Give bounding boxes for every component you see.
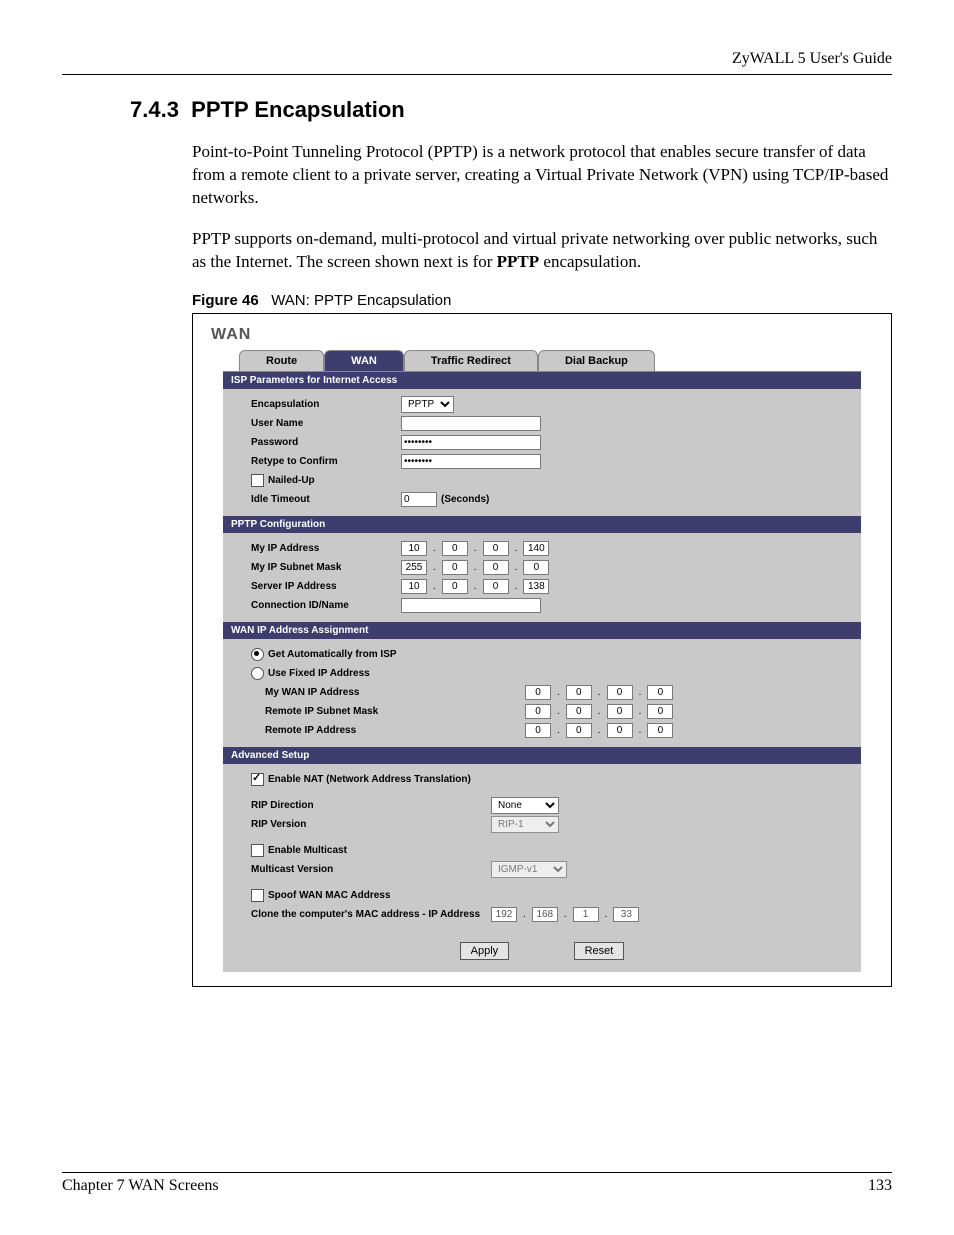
footer-chapter: Chapter 7 WAN Screens [62,1177,219,1195]
remip-2[interactable] [566,723,592,738]
myip-1[interactable] [401,541,427,556]
idle-input[interactable] [401,492,437,507]
username-input[interactable] [401,416,541,431]
mymask-1[interactable] [401,560,427,575]
clone-4 [613,907,639,922]
auto-ip-radio[interactable] [251,648,264,661]
myip-2[interactable] [442,541,468,556]
mymask-4[interactable] [523,560,549,575]
mymask-label: My IP Subnet Mask [251,562,401,573]
nat-label: Enable NAT (Network Address Translation) [268,774,471,785]
remip-1[interactable] [525,723,551,738]
password-label: Password [251,437,401,448]
idle-unit: (Seconds) [441,494,489,505]
form-panel: ISP Parameters for Internet Access Encap… [223,371,861,972]
footer-rule [62,1172,892,1173]
section-isp: ISP Parameters for Internet Access [223,372,861,389]
multiver-label: Multicast Version [251,864,491,875]
page-footer: Chapter 7 WAN Screens 133 [62,1172,892,1195]
section-heading: 7.4.3 PPTP Encapsulation [130,97,892,123]
section-title-text: PPTP Encapsulation [191,97,405,122]
server-2[interactable] [442,579,468,594]
mywan-1[interactable] [525,685,551,700]
tab-wan[interactable]: WAN [324,350,404,371]
conn-input[interactable] [401,598,541,613]
ripver-select: RIP-1 [491,816,559,833]
footer-page-number: 133 [868,1177,892,1195]
multiver-select: IGMP-v1 [491,861,567,878]
spoof-checkbox[interactable] [251,889,264,902]
ripdir-label: RIP Direction [251,800,491,811]
clone-label: Clone the computer's MAC address - IP Ad… [251,909,491,920]
nailed-up-checkbox[interactable] [251,474,264,487]
paragraph-2: PPTP supports on-demand, multi-protocol … [192,228,892,274]
myip-3[interactable] [483,541,509,556]
conn-label: Connection ID/Name [251,600,401,611]
nat-checkbox[interactable] [251,773,264,786]
remip-label: Remote IP Address [265,725,435,736]
paragraph-2-bold: PPTP [497,252,540,271]
mywan-3[interactable] [607,685,633,700]
section-advanced: Advanced Setup [223,747,861,764]
myip-label: My IP Address [251,543,401,554]
figure-caption: Figure 46 WAN: PPTP Encapsulation [192,292,892,309]
wan-screenshot: WAN Route WAN Traffic Redirect Dial Back… [192,313,892,987]
ripver-label: RIP Version [251,819,491,830]
remmask-1[interactable] [525,704,551,719]
server-3[interactable] [483,579,509,594]
retype-label: Retype to Confirm [251,456,401,467]
tab-route[interactable]: Route [239,350,324,371]
myip-4[interactable] [523,541,549,556]
tab-bar: Route WAN Traffic Redirect Dial Backup [239,350,877,371]
fixed-ip-radio[interactable] [251,667,264,680]
multicast-label: Enable Multicast [268,845,347,856]
header-rule [62,74,892,75]
mymask-2[interactable] [442,560,468,575]
clone-2 [532,907,558,922]
retype-input[interactable] [401,454,541,469]
spoof-label: Spoof WAN MAC Address [268,890,390,901]
username-label: User Name [251,418,401,429]
paragraph-2b: encapsulation. [539,252,641,271]
server-label: Server IP Address [251,581,401,592]
figure-caption-text: WAN: PPTP Encapsulation [271,292,451,309]
section-wanip: WAN IP Address Assignment [223,622,861,639]
remmask-2[interactable] [566,704,592,719]
mywan-4[interactable] [647,685,673,700]
clone-1 [491,907,517,922]
idle-label: Idle Timeout [251,494,401,505]
tab-traffic-redirect[interactable]: Traffic Redirect [404,350,538,371]
auto-ip-label: Get Automatically from ISP [268,649,397,660]
fixed-ip-label: Use Fixed IP Address [268,668,370,679]
nailed-up-label: Nailed-Up [268,475,315,486]
server-1[interactable] [401,579,427,594]
running-header: ZyWALL 5 User's Guide [62,50,892,68]
remip-3[interactable] [607,723,633,738]
apply-button[interactable]: Apply [460,942,510,960]
section-number: 7.4.3 [130,97,179,122]
multicast-checkbox[interactable] [251,844,264,857]
section-pptp: PPTP Configuration [223,516,861,533]
remmask-3[interactable] [607,704,633,719]
encapsulation-select[interactable]: PPTP [401,396,454,413]
figure-label: Figure 46 [192,292,259,309]
reset-button[interactable]: Reset [574,942,625,960]
mymask-3[interactable] [483,560,509,575]
remmask-4[interactable] [647,704,673,719]
clone-3 [573,907,599,922]
mywan-label: My WAN IP Address [265,687,435,698]
encapsulation-label: Encapsulation [251,399,401,410]
password-input[interactable] [401,435,541,450]
server-4[interactable] [523,579,549,594]
ripdir-select[interactable]: None [491,797,559,814]
remmask-label: Remote IP Subnet Mask [265,706,435,717]
panel-title: WAN [211,326,877,344]
mywan-2[interactable] [566,685,592,700]
tab-dial-backup[interactable]: Dial Backup [538,350,655,371]
remip-4[interactable] [647,723,673,738]
paragraph-1: Point-to-Point Tunneling Protocol (PPTP)… [192,141,892,210]
